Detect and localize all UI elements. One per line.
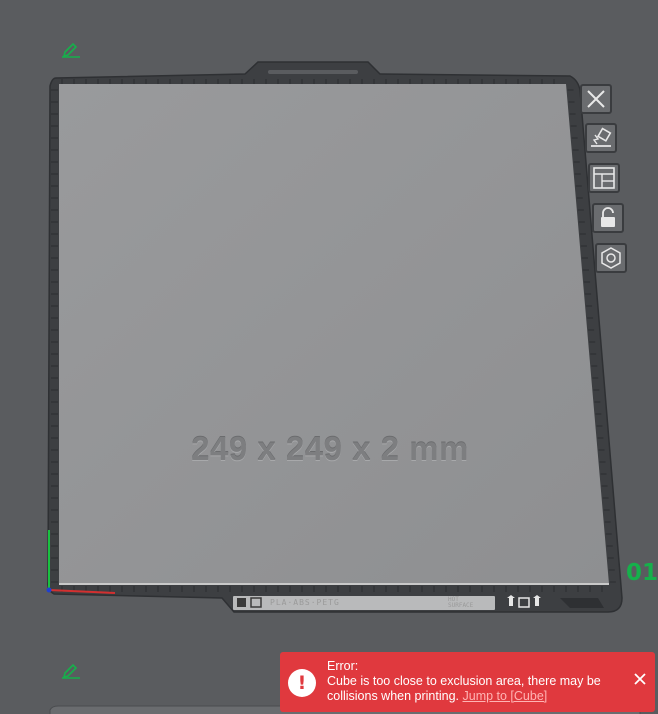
lock-icon — [601, 207, 615, 227]
arrange-icon — [593, 167, 615, 189]
edit-plate-name-icon-2[interactable] — [61, 661, 81, 679]
plate-filament-label: PLA·ABS·PETG — [270, 598, 340, 607]
edit-plate-name-icon[interactable] — [61, 40, 81, 58]
jump-to-object-link[interactable]: Jump to [Cube] — [463, 689, 548, 703]
error-title: Error: — [327, 659, 359, 673]
error-icon: ! — [288, 669, 316, 697]
plate-settings-icon — [601, 247, 621, 269]
error-message: Cube is too close to exclusion area, the… — [327, 674, 617, 704]
delete-plate-button[interactable] — [580, 84, 612, 114]
error-notification: ! Error: Cube is too close to exclusion … — [280, 652, 655, 712]
plate-surface — [59, 84, 609, 584]
lock-plate-button[interactable] — [592, 203, 624, 233]
auto-orient-icon — [591, 127, 612, 147]
plate-dimensions-label: 249 x 249 x 2 mm — [191, 430, 469, 467]
plate-surface-label: HOT SURFACE — [448, 596, 474, 609]
auto-orient-button[interactable] — [585, 123, 617, 153]
close-x-icon — [587, 90, 605, 108]
close-icon[interactable] — [633, 672, 647, 686]
plate-settings-button[interactable] — [595, 243, 627, 273]
arrange-button[interactable] — [588, 163, 620, 193]
plate-number: 01 — [626, 560, 658, 586]
plate-handle — [268, 70, 358, 74]
axis-origin — [46, 587, 52, 593]
